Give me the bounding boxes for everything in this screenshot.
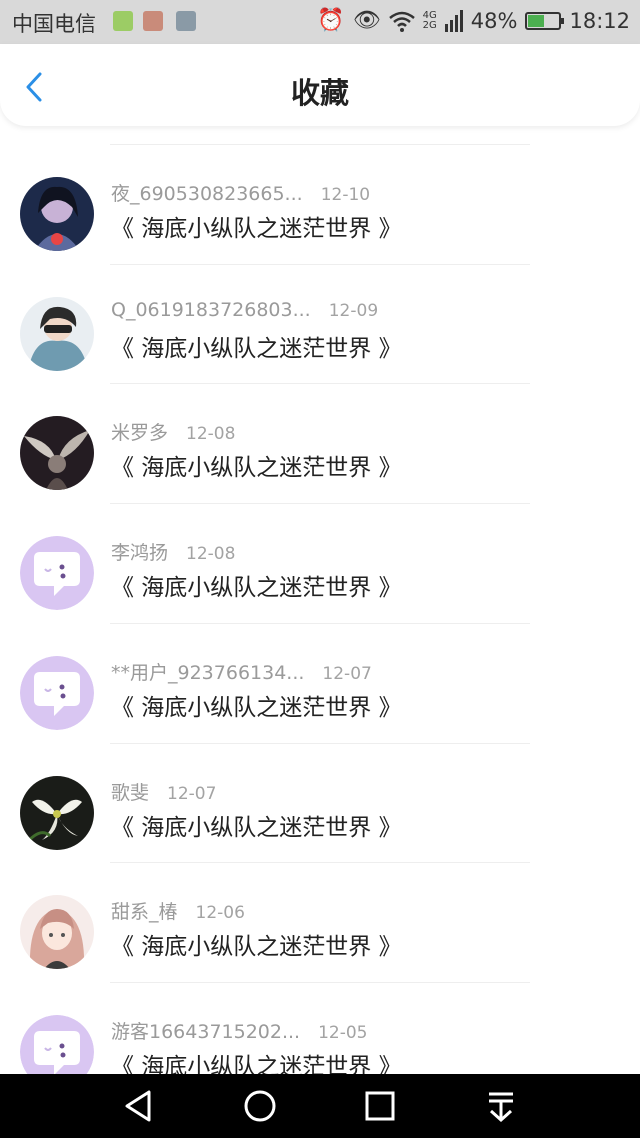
item-meta: 游客16643715202... 12-05 — [111, 1017, 368, 1044]
user-avatar[interactable] — [20, 895, 94, 969]
default-chat-avatar-icon — [20, 536, 94, 610]
item-meta: 米罗多 12-08 — [111, 418, 235, 445]
notification-pulldown-icon[interactable] — [481, 1086, 521, 1126]
wifi-icon — [388, 11, 415, 32]
user-name[interactable]: 夜_690530823665... — [111, 183, 303, 205]
carrier-name: 中国电信 — [12, 12, 96, 36]
list-item[interactable]: 歌斐 12-07 《 海底小纵队之迷茫世界 》 — [0, 744, 640, 863]
alarm-icon: ⏰ — [317, 8, 345, 33]
back-triangle-icon[interactable] — [119, 1086, 159, 1126]
item-date: 12-06 — [195, 903, 245, 923]
item-subject[interactable]: 《 海底小纵队之迷茫世界 》 — [111, 808, 402, 842]
user-avatar[interactable] — [20, 297, 94, 371]
list-item[interactable]: 甜系_椿 12-06 《 海底小纵队之迷茫世界 》 — [0, 863, 640, 982]
item-meta: 李鸿扬 12-08 — [111, 538, 235, 565]
item-meta: **用户_923766134... 12-07 — [111, 658, 372, 685]
item-subject[interactable]: 《 海底小纵队之迷茫世界 》 — [111, 568, 402, 602]
item-meta: 甜系_椿 12-06 — [111, 897, 245, 924]
list-item[interactable]: Q_0619183726803... 12-09 《 海底小纵队之迷茫世界 》 — [0, 265, 640, 384]
item-meta: 歌斐 12-07 — [111, 778, 216, 805]
item-subject[interactable]: 《 海底小纵队之迷茫世界 》 — [111, 927, 402, 961]
app-header: 收藏 — [0, 44, 640, 126]
item-subject[interactable]: 《 海底小纵队之迷茫世界 》 — [111, 329, 402, 363]
user-avatar[interactable] — [20, 536, 94, 610]
list-item[interactable]: **用户_923766134... 12-07 《 海底小纵队之迷茫世界 》 — [0, 624, 640, 743]
default-chat-avatar-icon — [20, 656, 94, 730]
item-date: 12-07 — [167, 784, 217, 804]
page-title: 收藏 — [290, 76, 349, 110]
list-item[interactable]: 夜_690530823665... 12-10 《 海底小纵队之迷茫世界 》 — [0, 145, 640, 264]
app-notification-icon — [113, 11, 133, 31]
user-name[interactable]: 游客16643715202... — [111, 1021, 300, 1043]
home-circle-icon[interactable] — [240, 1086, 280, 1126]
clock: 18:12 — [569, 8, 630, 33]
user-avatar[interactable] — [20, 656, 94, 730]
avatar-notification-icon — [143, 11, 163, 31]
user-avatar[interactable] — [20, 1015, 94, 1074]
list-item[interactable]: 李鸿扬 12-08 《 海底小纵队之迷茫世界 》 — [0, 504, 640, 623]
user-avatar[interactable] — [20, 177, 94, 251]
status-bar: 中国电信 ⏰ 👁 4G 2G 48% 18:12 — [0, 0, 640, 44]
default-chat-avatar-icon — [20, 1015, 94, 1074]
battery-percent: 48% — [470, 8, 518, 33]
list-item[interactable]: 游客16643715202... 12-05 《 海底小纵队之迷茫世界 》 — [0, 983, 640, 1074]
favorites-list: 夜_690530823665... 12-10 《 海底小纵队之迷茫世界 》 Q_… — [0, 126, 640, 1074]
user-avatar[interactable] — [20, 416, 94, 490]
item-date: 12-10 — [320, 185, 371, 205]
user-name[interactable]: 米罗多 — [111, 422, 168, 444]
user-name[interactable]: 甜系_椿 — [111, 901, 178, 923]
battery-icon — [525, 11, 565, 30]
item-date: 12-09 — [328, 301, 379, 321]
signal-icon — [444, 9, 463, 32]
item-date: 12-07 — [322, 664, 372, 684]
user-name[interactable]: 李鸿扬 — [111, 542, 168, 564]
item-date: 12-08 — [186, 544, 236, 564]
image-notification-icon — [176, 11, 196, 31]
user-name[interactable]: Q_0619183726803... — [111, 299, 311, 321]
user-name[interactable]: 歌斐 — [111, 782, 149, 804]
recents-square-icon[interactable] — [360, 1086, 400, 1126]
eye-icon: 👁 — [352, 8, 381, 33]
item-meta: 夜_690530823665... 12-10 — [111, 179, 370, 206]
item-subject[interactable]: 《 海底小纵队之迷茫世界 》 — [111, 688, 402, 722]
list-item[interactable]: 米罗多 12-08 《 海底小纵队之迷茫世界 》 — [0, 384, 640, 503]
item-subject[interactable]: 《 海底小纵队之迷茫世界 》 — [111, 1047, 402, 1074]
item-date: 12-05 — [318, 1023, 368, 1043]
item-subject[interactable]: 《 海底小纵队之迷茫世界 》 — [111, 448, 402, 482]
network-type: 4G 2G — [422, 9, 437, 31]
item-meta: Q_0619183726803... 12-09 — [111, 299, 378, 321]
user-name[interactable]: **用户_923766134... — [111, 662, 304, 684]
item-subject[interactable]: 《 海底小纵队之迷茫世界 》 — [111, 209, 402, 243]
user-avatar[interactable] — [20, 776, 94, 850]
item-date: 12-08 — [186, 424, 236, 444]
system-nav-bar — [0, 1074, 640, 1138]
